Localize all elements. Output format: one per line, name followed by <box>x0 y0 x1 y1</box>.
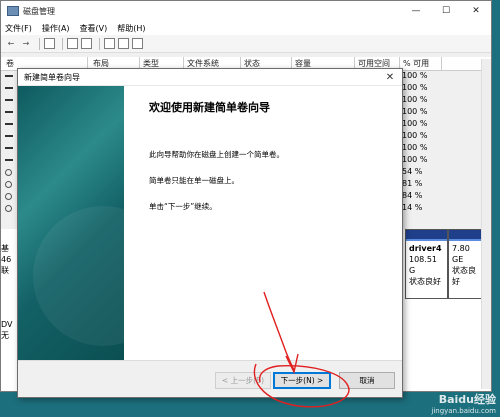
col-percent-free[interactable]: % 可用 <box>403 58 429 69</box>
percent-free-cell: 100 % <box>402 131 428 140</box>
percent-free-cell: 100 % <box>402 95 428 104</box>
wizard-banner-image <box>18 86 173 360</box>
menu-action[interactable]: 操作(A) <box>42 23 70 34</box>
volume-name: driver4 <box>409 244 442 253</box>
percent-free-cell: 100 % <box>402 155 428 164</box>
back-arrow-icon[interactable]: ← <box>5 38 17 50</box>
window-controls: — ☐ ✕ <box>401 1 491 21</box>
help-icon[interactable] <box>81 38 92 49</box>
maximize-button[interactable]: ☐ <box>431 1 461 21</box>
minimize-button[interactable]: — <box>401 1 431 21</box>
percent-free-cell: 100 % <box>402 83 428 92</box>
col-volume[interactable]: 卷 <box>6 58 14 69</box>
percent-free-cell: 100 % <box>402 143 428 152</box>
wizard-button-bar: < 上一步(B) 下一步(N) > 取消 <box>18 360 402 397</box>
forward-arrow-icon[interactable]: → <box>20 38 32 50</box>
menu-view[interactable]: 查看(V) <box>80 23 108 34</box>
percent-free-cell: 84 % <box>402 191 423 200</box>
menu-bar: 文件(F) 操作(A) 查看(V) 帮助(H) <box>1 21 491 35</box>
watermark-url: jingyan.baidu.com <box>431 407 496 415</box>
wizard-title-bar: 新建简单卷向导 ✕ <box>18 69 402 86</box>
toolbar-separator <box>39 37 40 50</box>
watermark-logo-text: Baidu经验 <box>438 393 496 406</box>
toolbar: ← → <box>1 35 491 53</box>
wizard-note: 简单卷只能在单一磁盘上。 <box>149 176 239 185</box>
percent-free-cell: 100 % <box>402 107 428 116</box>
toolbar-separator <box>99 37 100 50</box>
disk-management-icon <box>7 6 19 16</box>
wizard-heading: 欢迎使用新建简单卷向导 <box>149 101 270 114</box>
new-simple-volume-wizard: 新建简单卷向导 ✕ 欢迎使用新建简单卷向导 此向导帮助你在磁盘上创建一个简单卷。… <box>17 68 403 398</box>
properties-icon[interactable] <box>67 38 78 49</box>
checkmark-icon[interactable] <box>118 38 129 49</box>
wizard-content: 欢迎使用新建简单卷向导 此向导帮助你在磁盘上创建一个简单卷。 简单卷只能在单一磁… <box>149 99 389 227</box>
watermark: Baidu经验 jingyan.baidu.com <box>431 391 496 415</box>
wizard-close-icon[interactable]: ✕ <box>378 72 402 83</box>
wizard-instruction: 单击“下一步”继续。 <box>149 202 217 211</box>
console-tree-icon[interactable] <box>44 38 55 49</box>
percent-free-cell: 100 % <box>402 119 428 128</box>
rescan-icon[interactable] <box>104 38 115 49</box>
volume-size: 7.80 GE <box>452 244 470 264</box>
percent-free-cell: 81 % <box>402 179 423 188</box>
cancel-button[interactable]: 取消 <box>339 372 395 389</box>
volume-status: 状态良好 <box>452 266 476 286</box>
percent-free-cell: 54 % <box>402 167 423 176</box>
wizard-title: 新建简单卷向导 <box>24 72 80 82</box>
volume-size: 108.51 G <box>409 255 437 275</box>
menu-help[interactable]: 帮助(H) <box>117 23 145 34</box>
list-view-icon[interactable] <box>132 38 143 49</box>
percent-free-cell: 100 % <box>402 71 428 80</box>
back-button[interactable]: < 上一步(B) <box>215 372 271 389</box>
next-button[interactable]: 下一步(N) > <box>273 372 331 389</box>
window-title: 磁盘管理 <box>23 6 55 16</box>
close-button[interactable]: ✕ <box>461 1 491 21</box>
volume-driver4[interactable]: driver4 108.51 G 状态良好 <box>405 229 448 299</box>
title-bar: 磁盘管理 — ☐ ✕ <box>1 1 491 21</box>
toolbar-separator <box>62 37 63 50</box>
volume-status: 状态良好 <box>409 277 441 286</box>
percent-free-cell: 14 % <box>402 203 423 212</box>
menu-file[interactable]: 文件(F) <box>5 23 32 34</box>
vertical-scrollbar[interactable] <box>481 59 491 389</box>
wizard-description: 此向导帮助你在磁盘上创建一个简单卷。 <box>149 150 284 159</box>
